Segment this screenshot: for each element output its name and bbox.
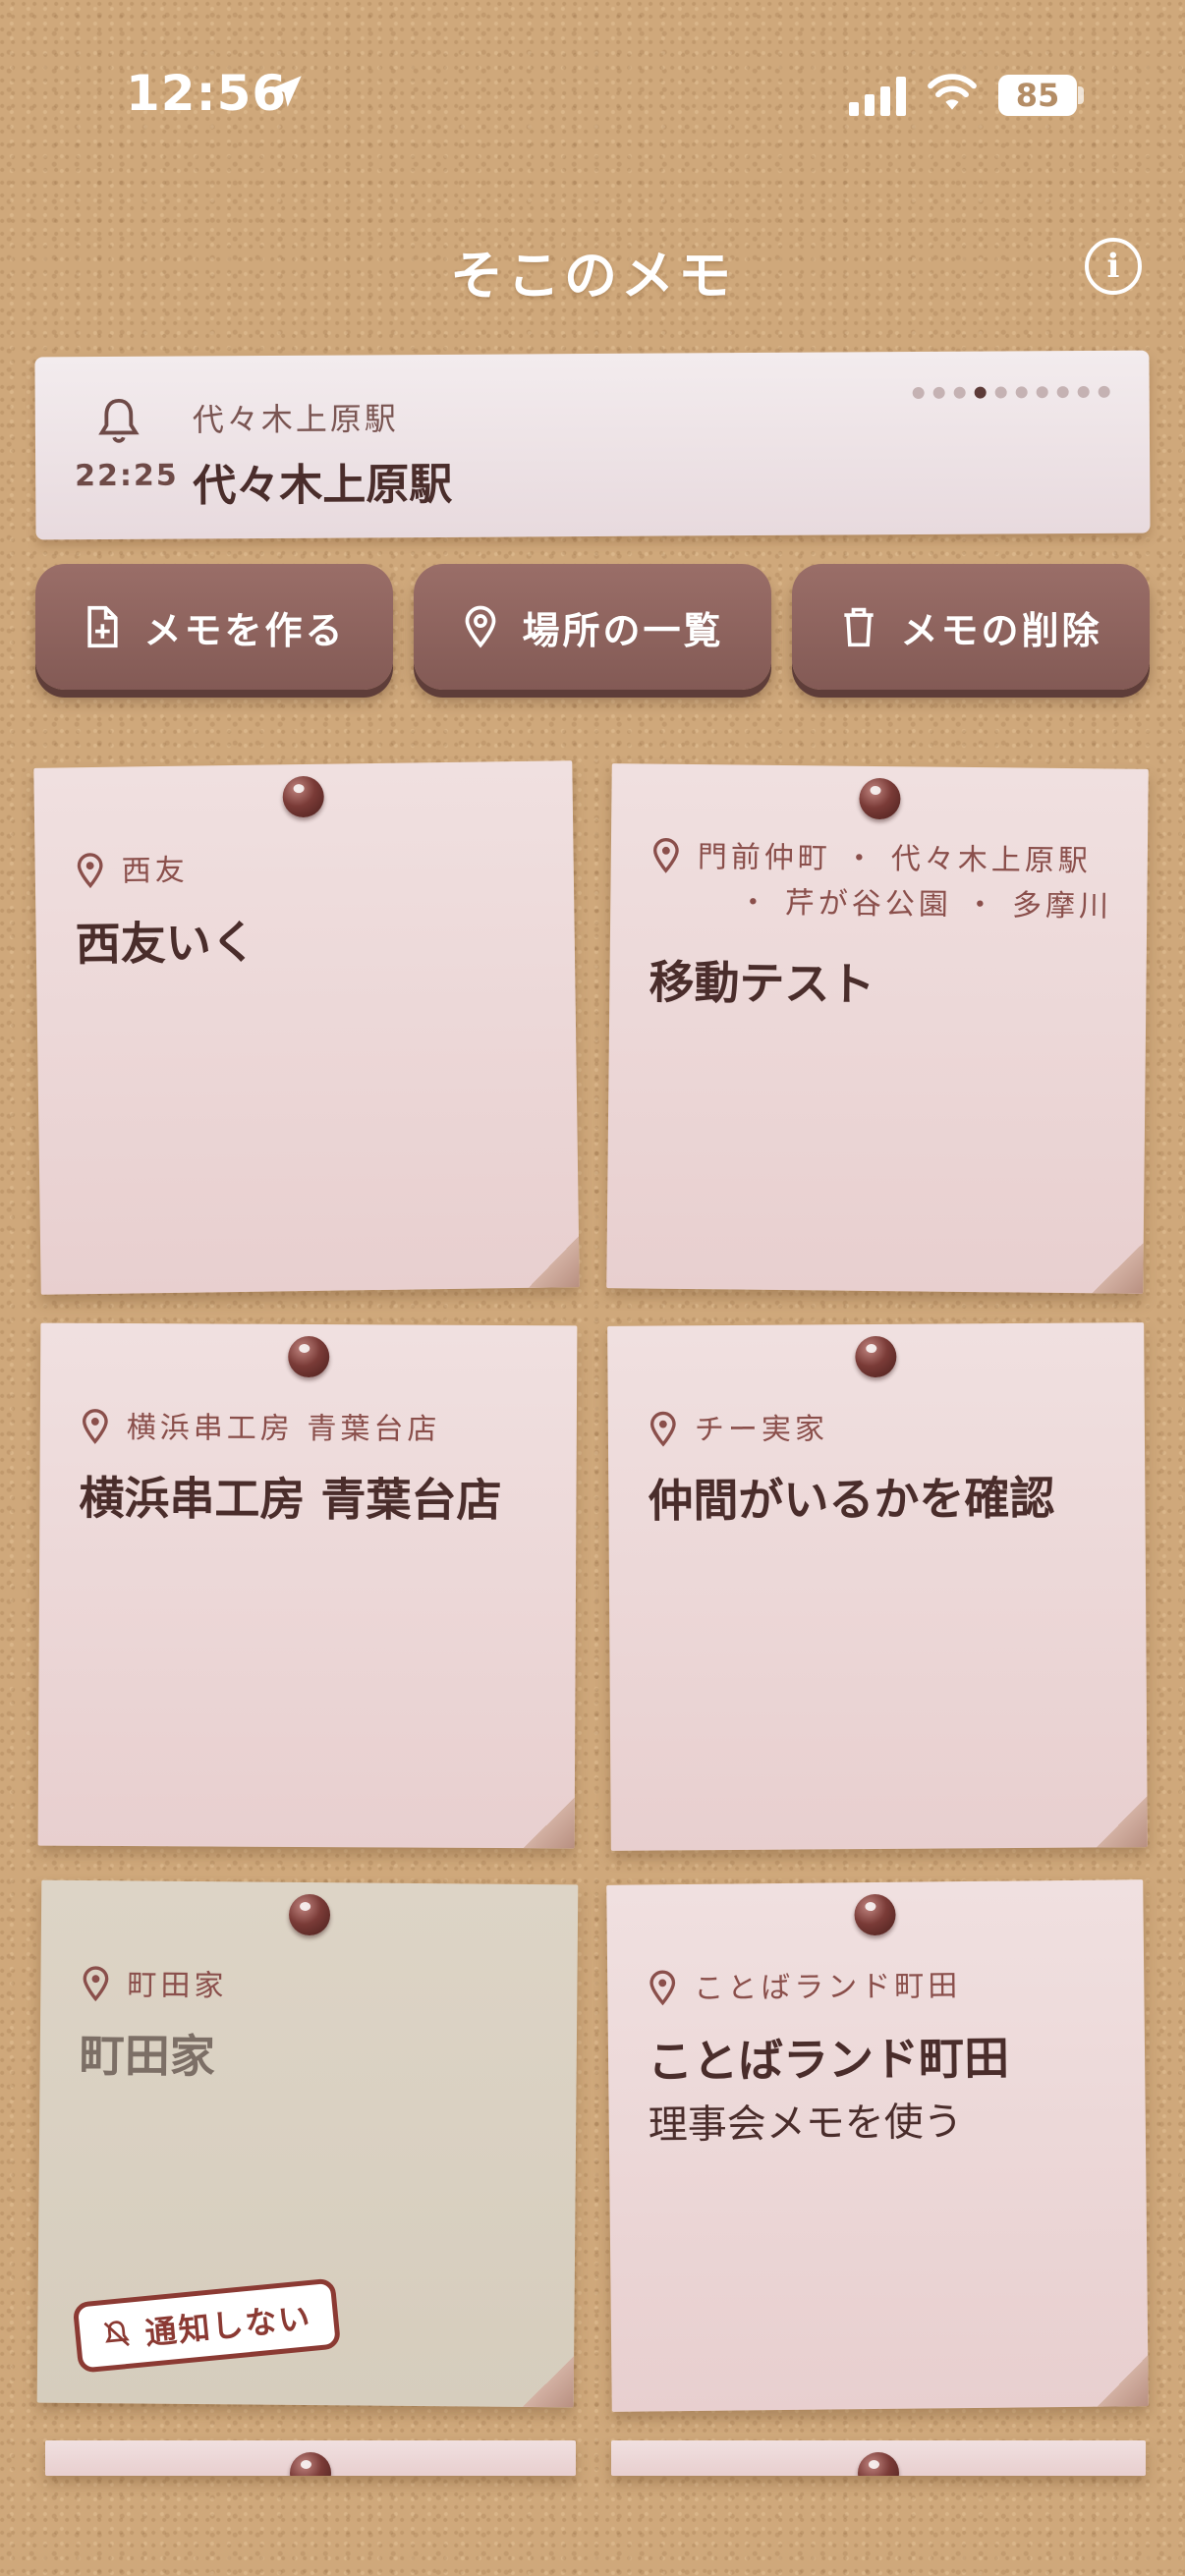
page-dot [1077,385,1090,398]
trash-icon [844,607,875,647]
pushpin [288,1335,330,1378]
memo-location: 町田家 [127,1968,228,2004]
memo-card[interactable]: ことばランド町田 ことばランド町田 理事会メモを使う [606,1879,1149,2412]
memo-title: 西友いく [75,915,257,972]
status-time: 12:56 [126,65,288,122]
location-pin-icon [83,1966,109,2002]
info-icon: i [1106,247,1120,286]
memo-card[interactable]: チー実家 仲間がいるかを確認 [607,1322,1148,1851]
page-dot [1056,386,1069,399]
memo-title: 仲間がいるかを確認 [648,1471,1055,1528]
pushpin [854,1893,896,1936]
create-memo-button[interactable]: メモを作る [35,564,393,690]
pushpin [858,2452,899,2476]
memo-title: 町田家 [79,2028,216,2084]
battery-tip [1078,86,1084,104]
new-file-icon [87,605,119,648]
banner-subtitle: 代々木上原駅 [192,400,399,439]
memo-card-muted[interactable]: 町田家 町田家 通知しない [36,1879,579,2408]
memo-card[interactable]: 門前仲町 ・ 代々木上原駅 ・ 芹が谷公園 ・ 多摩川 移動テスト [606,763,1149,1294]
location-pin-icon [649,1970,676,2006]
memo-title: 移動テスト [649,955,875,1011]
pushpin [855,1335,897,1378]
bell-icon [98,398,140,443]
pushpin [282,775,325,818]
memo-card[interactable]: 横浜串工房 青葉台店 横浜串工房 青葉台店 [37,1322,578,1849]
memo-card-partial[interactable] [611,2440,1146,2476]
location-arrow-icon [270,76,302,107]
info-button[interactable]: i [1085,238,1142,295]
memo-title: 横浜串工房 青葉台店 [79,1471,502,1528]
page-curl [527,1236,580,1288]
page-dot [932,386,945,399]
stamp-label: 通知しない [143,2298,313,2353]
memo-card-partial[interactable] [45,2440,576,2476]
page-curl [1097,2355,1149,2407]
cellular-signal-icon [849,77,906,116]
page-dot [974,386,987,399]
location-pin-icon [77,853,103,889]
page-dot [1015,386,1028,399]
memo-location: チー実家 [694,1412,829,1448]
location-pin-icon [653,838,679,873]
page-curl [523,1797,575,1849]
page-dot [994,386,1007,399]
memo-location: ことばランド町田 [694,1969,962,2006]
delete-memo-button[interactable]: メモの削除 [792,564,1150,690]
page-curl [522,2355,575,2408]
memo-body: 理事会メモを使う [648,2100,963,2149]
page-dot [1036,386,1048,399]
battery-indicator: 85 [998,75,1077,116]
banner-time: 22:25 [75,458,179,494]
memo-location-line1: 門前仲町 ・ 代々木上原駅 [697,840,1093,879]
memo-card[interactable]: 西友 西友いく [33,760,580,1295]
location-pin-icon [82,1409,108,1444]
delete-memo-label: メモの削除 [900,608,1102,652]
memo-title: ことばランド町田 [647,2031,1010,2089]
pushpin [288,1893,331,1936]
map-pin-icon [466,605,496,648]
page-title: そこのメモ [450,245,735,307]
page-curl [1092,1242,1144,1294]
bell-slash-icon [103,2321,130,2347]
places-list-button[interactable]: 場所の一覧 [414,564,771,690]
wifi-icon [928,74,977,110]
page-dot [912,386,925,400]
pushpin [290,2452,331,2476]
page-indicator[interactable] [912,385,1110,400]
page-dot [1098,385,1110,398]
pushpin [859,777,901,820]
create-memo-label: メモを作る [143,608,346,652]
places-list-label: 場所の一覧 [522,608,724,652]
memo-location-line2: ・ 芹が谷公園 ・ 多摩川 [738,885,1113,924]
memo-location: 西友 [121,853,190,889]
page-curl [1096,1796,1148,1848]
memo-location: 横浜串工房 青葉台店 [126,1411,441,1447]
page-dot [953,386,966,399]
notification-banner[interactable]: 22:25 代々木上原駅 代々木上原駅 [34,350,1151,540]
location-pin-icon [649,1411,676,1447]
no-notification-stamp: 通知しない [72,2277,342,2374]
banner-title: 代々木上原駅 [193,459,453,512]
